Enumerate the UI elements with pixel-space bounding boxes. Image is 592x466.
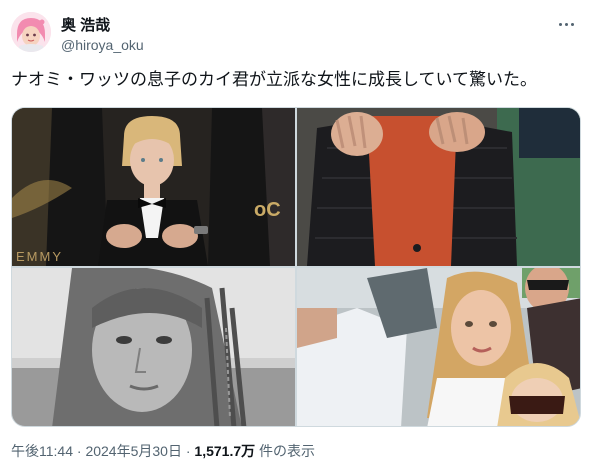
meta-separator: ·: [73, 443, 86, 459]
tweet-meta: 午後11:44 · 2024年5月30日 · 1,571.7万 件の表示: [11, 441, 315, 461]
photo-red-sweater-jacket[interactable]: [297, 108, 580, 266]
author-display-name[interactable]: 奥 浩哉: [61, 14, 110, 35]
photo-bw-portrait[interactable]: [12, 268, 295, 426]
tweet-date[interactable]: 2024年5月30日: [85, 443, 182, 459]
avatar[interactable]: [11, 12, 51, 52]
meta-separator: ·: [181, 443, 195, 459]
photo-group-selfie[interactable]: [297, 268, 580, 426]
emmy-backdrop-text: EMMY: [16, 249, 63, 264]
view-count: 1,571.7万: [194, 443, 256, 459]
media-grid: EMMY oC: [11, 107, 581, 427]
more-options-icon[interactable]: [554, 14, 578, 34]
view-count-suffix: 件の表示: [255, 443, 316, 459]
tweet-time[interactable]: 午後11:44: [11, 443, 73, 459]
author-handle[interactable]: @hiroya_oku: [61, 37, 144, 53]
svg-text:oC: oC: [254, 199, 281, 221]
photo-boy-in-tuxedo[interactable]: EMMY oC: [12, 108, 295, 266]
tweet-text: ナオミ・ワッツの息子のカイ君が立派な女性に成長していて驚いた。: [11, 70, 537, 90]
pink-haired-avatar-icon: [11, 12, 51, 52]
